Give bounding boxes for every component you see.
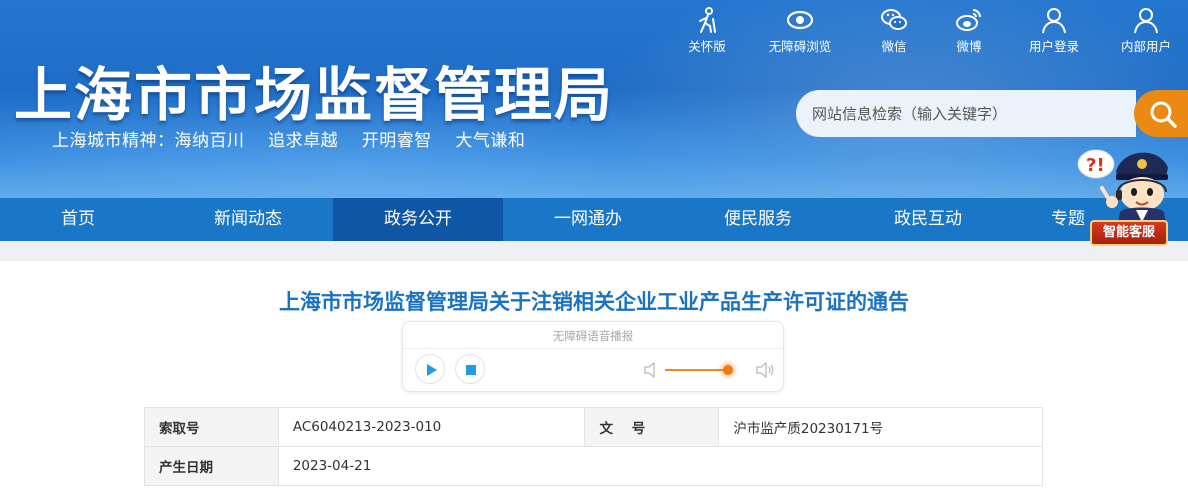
info-label: 产生日期 (144, 446, 279, 486)
eye-icon (786, 10, 814, 30)
site-header: 上海市市场监督管理局 上海城市精神：海纳百川 追求卓越 开明睿智 大气谦和 关怀… (0, 0, 1188, 198)
player-title: 无障碍语音播报 (552, 329, 634, 343)
search-button[interactable] (1134, 90, 1188, 137)
volume-slider-handle[interactable] (723, 365, 733, 375)
nav-public-services[interactable]: 便民服务 (673, 198, 843, 241)
info-value: 2023-04-21 (277, 446, 1044, 486)
info-label: 索取号 (144, 407, 279, 447)
top-links: 关怀版 无障碍浏览 微信 微博 用户登录 内部用户 (672, 6, 1188, 54)
top-link-label: 微博 (956, 39, 982, 54)
nav-news[interactable]: 新闻动态 (163, 198, 333, 241)
elderly-care-icon (699, 7, 716, 33)
table-row: 产生日期 2023-04-21 (144, 446, 1044, 486)
accessibility-link[interactable]: 无障碍浏览 (765, 6, 835, 54)
stop-icon (466, 365, 476, 375)
main-nav: 首页 新闻动态 政务公开 一网通办 便民服务 政民互动 专题 (0, 198, 1188, 241)
site-title[interactable]: 上海市市场监督管理局 (14, 48, 614, 132)
top-link-label: 用户登录 (1028, 39, 1079, 54)
nav-interaction[interactable]: 政民互动 (843, 198, 1013, 241)
article-title: 上海市市场监督管理局关于注销相关企业工业产品生产许可证的通告 (279, 290, 909, 314)
svg-text:?!: ?! (1086, 155, 1105, 176)
search-box (796, 90, 1136, 137)
wechat-icon (881, 9, 907, 30)
care-version-link[interactable]: 关怀版 (672, 6, 742, 54)
volume-high-icon[interactable] (755, 361, 775, 379)
wechat-link[interactable]: 微信 (859, 6, 929, 54)
weibo-link[interactable]: 微博 (934, 6, 1004, 54)
user-icon (1042, 8, 1066, 34)
top-link-label: 关怀版 (688, 39, 726, 54)
top-link-label: 内部用户 (1120, 39, 1171, 54)
nav-government-affairs[interactable]: 政务公开 (333, 198, 503, 241)
player-divider (403, 348, 783, 349)
volume-slider[interactable] (665, 365, 733, 375)
info-label: 文 号 (584, 407, 720, 447)
table-row: 索取号 AC6040213-2023-010 文 号 沪市监产质20230171… (144, 407, 1043, 447)
stop-button[interactable] (455, 354, 485, 384)
top-link-label: 微信 (881, 39, 907, 54)
city-slogan: 上海城市精神：海纳百川 追求卓越 开明睿智 大气谦和 (52, 131, 526, 151)
audio-player: 无障碍语音播报 (402, 321, 784, 392)
internal-user-link[interactable]: 内部用户 (1111, 6, 1181, 54)
volume-low-icon[interactable] (643, 361, 659, 379)
user-login-link[interactable]: 用户登录 (1019, 6, 1089, 54)
top-link-label: 无障碍浏览 (768, 39, 832, 54)
play-icon (427, 364, 437, 376)
nav-home[interactable]: 首页 (0, 198, 163, 241)
weibo-icon (956, 9, 981, 31)
nav-shadow-strip (0, 241, 1188, 261)
search-icon (1150, 101, 1177, 128)
info-value: AC6040213-2023-010 (277, 407, 586, 447)
info-value: 沪市监产质20230171号 (718, 407, 1043, 447)
document-info-table: 索取号 AC6040213-2023-010 文 号 沪市监产质20230171… (144, 407, 1044, 486)
volume-fill (665, 369, 728, 371)
assistant-button[interactable]: 智能客服 (1090, 220, 1168, 246)
nav-online-services[interactable]: 一网通办 (503, 198, 673, 241)
user-icon (1134, 8, 1158, 34)
play-button[interactable] (415, 354, 445, 384)
search-input[interactable] (812, 90, 1132, 137)
